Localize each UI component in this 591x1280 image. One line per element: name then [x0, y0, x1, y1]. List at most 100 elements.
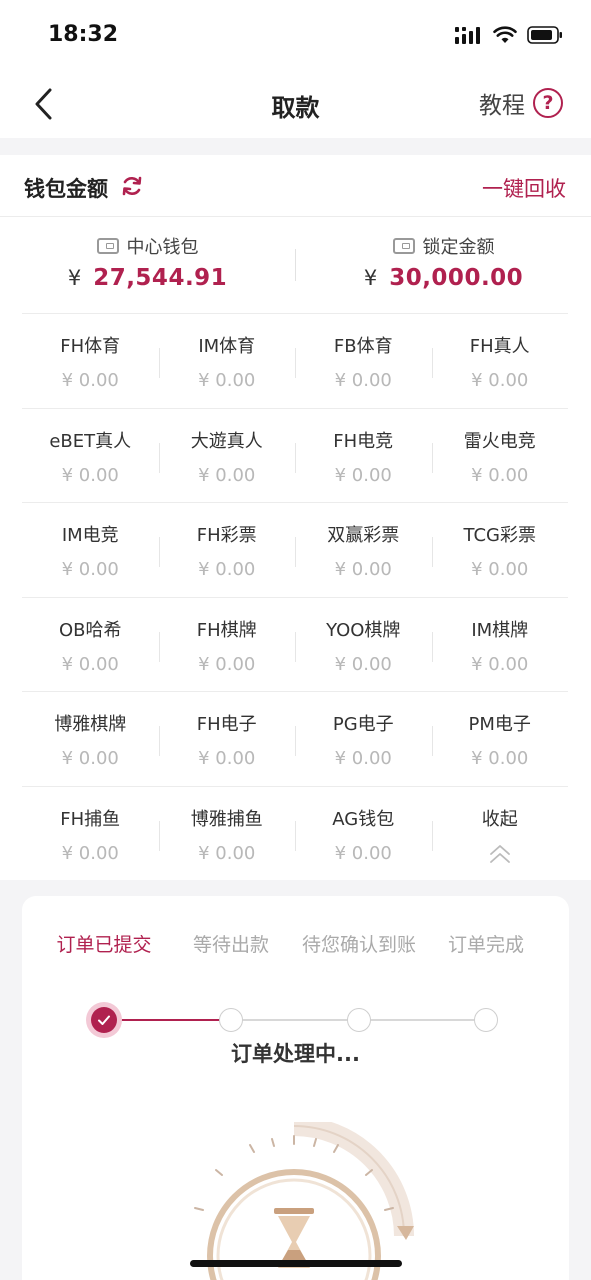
- wallet-summary: 中心钱包 ¥ 27,544.91 锁定金额 ¥ 30,000.00: [0, 217, 591, 313]
- checkmark-icon: [98, 1015, 110, 1025]
- venue-wallet-item[interactable]: 博雅捕鱼 ¥ 0.00: [158, 787, 296, 881]
- venue-amount: ¥ 0.00: [334, 653, 392, 675]
- venue-amount: ¥ 0.00: [198, 653, 256, 675]
- venue-name: IM棋牌: [471, 619, 529, 641]
- venue-amount: ¥ 0.00: [198, 559, 256, 580]
- venue-name: IM体育: [198, 336, 256, 357]
- center-wallet-amount: 27,544.91: [93, 265, 228, 291]
- venue-wallet-item[interactable]: FH捕鱼 ¥ 0.00: [22, 787, 159, 881]
- venue-amount: ¥ 0.00: [61, 748, 119, 769]
- venue-wallet-item[interactable]: 大遊真人 ¥ 0.00: [158, 409, 296, 503]
- step-indicator: [347, 1008, 371, 1032]
- nav-bar: 取款 教程 ?: [0, 72, 591, 138]
- double-chevron-up-icon: [489, 844, 510, 863]
- venue-name: FH棋牌: [196, 619, 257, 641]
- currency-symbol: ¥: [363, 266, 378, 290]
- venue-wallet-item[interactable]: FH电竞 ¥ 0.00: [295, 409, 432, 503]
- one-click-recycle-button[interactable]: 一键回收: [482, 173, 566, 203]
- venue-name: FH电竞: [333, 430, 394, 452]
- venue-row: FH体育 ¥ 0.00 IM体育 ¥ 0.00 FB体育 ¥ 0.00 FH真人 ¥ 0…: [22, 313, 568, 408]
- venue-wallet-item[interactable]: PM电子 ¥ 0.00: [431, 692, 569, 786]
- locked-amount-label: 锁定金额: [422, 237, 495, 258]
- venue-amount: ¥ 0.00: [198, 748, 256, 769]
- step-connector: [231, 1019, 359, 1021]
- venue-name: FH电子: [196, 714, 257, 735]
- tutorial-label: 教程: [479, 93, 525, 119]
- hourglass-timer-icon: [194, 1122, 414, 1280]
- venue-wallet-item[interactable]: FH棋牌 ¥ 0.00: [158, 598, 296, 692]
- step-indicator: [474, 1008, 498, 1032]
- cellular-signal-icon: [455, 27, 480, 44]
- venue-amount: ¥ 0.00: [61, 464, 119, 486]
- wallet-panel: 钱包金额 一键回收 中心钱包 ¥ 27,544.91 锁定金额 ¥ 30,000…: [0, 155, 591, 880]
- venue-wallet-item[interactable]: FH体育 ¥ 0.00: [22, 314, 159, 408]
- venue-name: FH真人: [469, 336, 530, 357]
- venue-wallet-item[interactable]: IM体育 ¥ 0.00: [158, 314, 296, 408]
- venue-wallet-item[interactable]: 博雅棋牌 ¥ 0.00: [22, 692, 159, 786]
- collapse-button[interactable]: 收起: [431, 787, 569, 881]
- venue-name: PG电子: [332, 714, 394, 735]
- order-progress-card: 订单已提交 等待出款 待您确认到账 订单完成 订单处理中...: [22, 896, 569, 1280]
- venue-wallet-item[interactable]: FH真人 ¥ 0.00: [431, 314, 569, 408]
- venue-wallet-item[interactable]: TCG彩票 ¥ 0.00: [431, 503, 569, 597]
- venue-name: FB体育: [333, 336, 393, 357]
- venue-amount: ¥ 0.00: [334, 559, 392, 580]
- collapse-label: 收起: [481, 808, 518, 830]
- venue-wallet-item[interactable]: 雷火电竞 ¥ 0.00: [431, 409, 569, 503]
- help-icon: ?: [533, 88, 563, 118]
- venue-row: 博雅棋牌 ¥ 0.00 FH电子 ¥ 0.00 PG电子 ¥ 0.00 PM电子 ¥ 0…: [22, 691, 568, 786]
- venue-wallet-item[interactable]: FB体育 ¥ 0.00: [295, 314, 432, 408]
- venue-amount: ¥ 0.00: [334, 842, 392, 864]
- step-indicator: [219, 1008, 243, 1032]
- venue-name: AG钱包: [332, 808, 395, 830]
- venue-wallet-item[interactable]: FH电子 ¥ 0.00: [158, 692, 296, 786]
- wallet-icon: [392, 238, 415, 254]
- locked-amount: 锁定金额 ¥ 30,000.00: [296, 233, 591, 291]
- status-time: 18:32: [48, 22, 119, 47]
- refresh-icon[interactable]: [120, 174, 144, 198]
- step-label: 订单已提交: [56, 934, 152, 956]
- venue-wallet-item[interactable]: 双赢彩票 ¥ 0.00: [295, 503, 432, 597]
- venue-row: IM电竞 ¥ 0.00 FH彩票 ¥ 0.00 双赢彩票 ¥ 0.00 TCG彩票 ¥ …: [22, 502, 568, 597]
- venue-wallet-item[interactable]: eBET真人 ¥ 0.00: [22, 409, 159, 503]
- step-label: 等待出款: [192, 934, 270, 956]
- tutorial-button[interactable]: 教程 ?: [479, 86, 563, 120]
- venue-amount: ¥ 0.00: [334, 748, 392, 769]
- center-wallet: 中心钱包 ¥ 27,544.91: [0, 233, 295, 291]
- venue-amount: ¥ 0.00: [198, 842, 256, 864]
- venue-amount: ¥ 0.00: [471, 464, 529, 486]
- step-label: 订单完成: [447, 934, 525, 956]
- step-connector: [359, 1019, 486, 1021]
- venue-amount: ¥ 0.00: [471, 653, 529, 675]
- venue-name: 雷火电竞: [463, 430, 536, 452]
- venue-amount: ¥ 0.00: [61, 559, 119, 580]
- venue-wallet-item[interactable]: FH彩票 ¥ 0.00: [158, 503, 296, 597]
- venue-name: FH体育: [60, 336, 121, 357]
- venue-amount: ¥ 0.00: [61, 370, 119, 391]
- venue-amount: ¥ 0.00: [198, 370, 256, 391]
- venue-wallet-item[interactable]: PG电子 ¥ 0.00: [295, 692, 432, 786]
- venue-wallet-item[interactable]: OB哈希 ¥ 0.00: [22, 598, 159, 692]
- status-bar: 18:32: [0, 0, 591, 72]
- venue-wallet-item[interactable]: IM棋牌 ¥ 0.00: [431, 598, 569, 692]
- venue-name: 双赢彩票: [327, 525, 400, 546]
- wifi-icon: [493, 26, 517, 43]
- venue-amount: ¥ 0.00: [471, 748, 529, 769]
- venue-name: IM电竞: [61, 525, 119, 546]
- wallet-header: 钱包金额 一键回收: [0, 155, 591, 217]
- venue-wallet-item[interactable]: YOO棋牌 ¥ 0.00: [295, 598, 432, 692]
- venue-wallet-item[interactable]: AG钱包 ¥ 0.00: [295, 787, 432, 881]
- venue-wallet-item[interactable]: IM电竞 ¥ 0.00: [22, 503, 159, 597]
- wallet-title: 钱包金额: [24, 177, 108, 201]
- step-label: 待您确认到账: [301, 934, 417, 956]
- wallet-icon: [96, 238, 119, 254]
- center-wallet-label: 中心钱包: [126, 237, 199, 258]
- venue-name: eBET真人: [49, 430, 132, 452]
- venue-amount: ¥ 0.00: [61, 653, 119, 675]
- venue-amount: ¥ 0.00: [471, 559, 529, 580]
- step-connector: [104, 1019, 231, 1021]
- processing-status-text: 订单处理中...: [231, 1042, 360, 1066]
- step-indicator-done: [86, 1002, 122, 1038]
- venue-wallet-grid: FH体育 ¥ 0.00 IM体育 ¥ 0.00 FB体育 ¥ 0.00 FH真人 ¥ 0…: [22, 313, 568, 880]
- venue-amount: ¥ 0.00: [61, 842, 119, 864]
